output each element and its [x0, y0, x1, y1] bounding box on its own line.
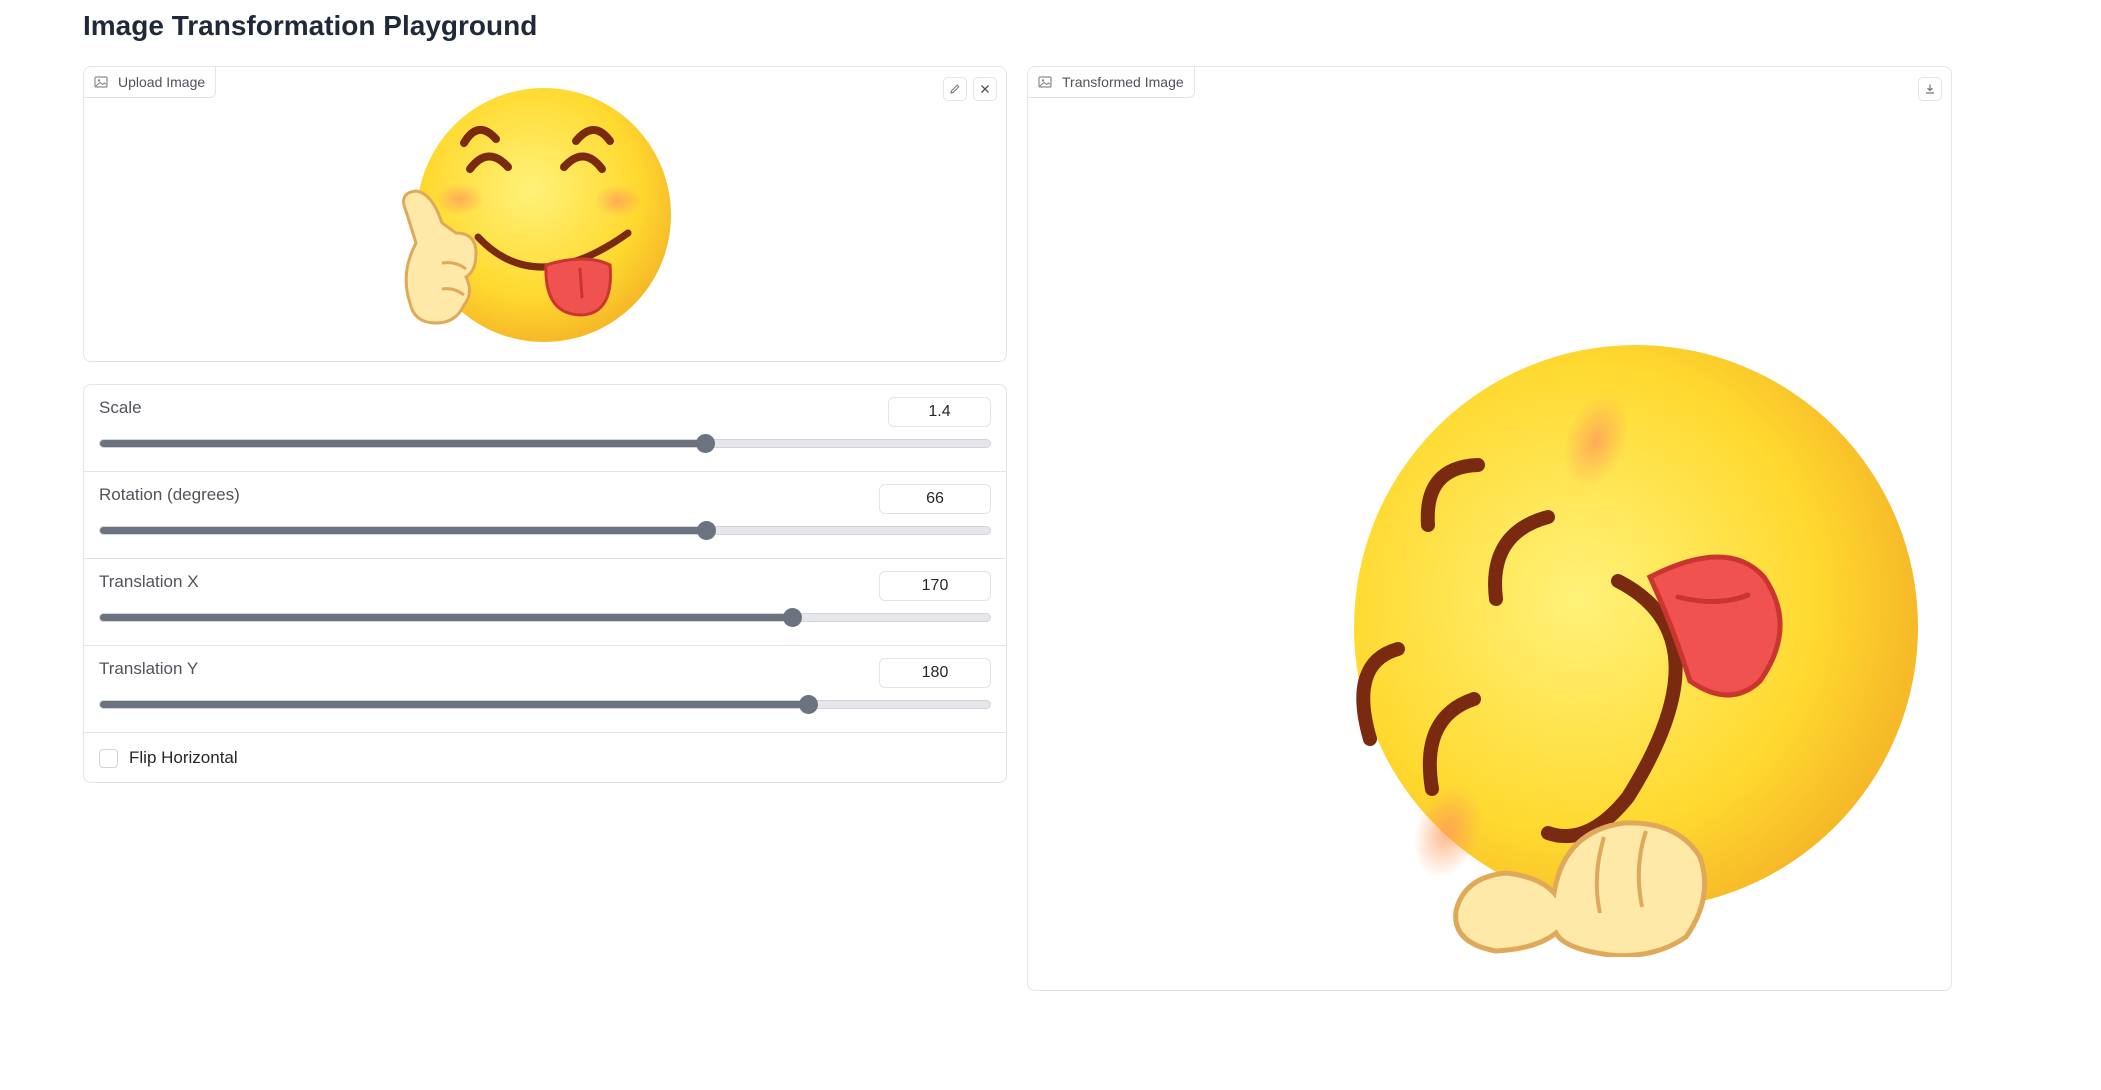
translation-y-slider-thumb[interactable]	[799, 695, 819, 714]
translation-x-label: Translation X	[99, 572, 199, 591]
translation-y-slider-row: Translation Y 180	[84, 646, 1006, 733]
transform-controls: Scale 1.4 Rotation (degrees) 66 Translat…	[83, 384, 1007, 783]
scale-slider-thumb[interactable]	[696, 434, 716, 453]
flip-horizontal-row[interactable]: Flip Horizontal	[84, 733, 1006, 782]
page-title: Image Transformation Playground	[83, 10, 538, 41]
scale-slider-row: Scale 1.4	[84, 385, 1006, 472]
clear-button[interactable]	[973, 77, 997, 101]
download-icon	[1924, 83, 1936, 95]
translation-x-slider-thumb[interactable]	[783, 608, 803, 627]
close-icon	[979, 83, 991, 95]
upload-image-panel[interactable]: Upload Image	[83, 66, 1007, 362]
translation-y-number-input[interactable]: 180	[879, 658, 991, 688]
translation-x-slider[interactable]	[99, 608, 991, 627]
rotation-number-input[interactable]: 66	[879, 484, 991, 514]
rotation-slider-row: Rotation (degrees) 66	[84, 472, 1006, 559]
scale-slider[interactable]	[99, 434, 991, 453]
upload-image-label: Upload Image	[84, 67, 217, 98]
scale-slider-fill	[100, 440, 706, 447]
translation-x-number-input[interactable]: 170	[879, 571, 991, 601]
uploaded-image	[396, 83, 672, 355]
transformed-image	[1328, 337, 1938, 959]
edit-button[interactable]	[943, 77, 967, 101]
rotation-label: Rotation (degrees)	[99, 485, 240, 504]
transformed-image-label-text: Transformed Image	[1062, 74, 1184, 90]
transformed-image-label: Transformed Image	[1028, 67, 1195, 98]
image-icon	[1038, 75, 1052, 89]
download-button[interactable]	[1918, 77, 1942, 101]
translation-x-slider-fill	[100, 614, 793, 621]
translation-y-slider[interactable]	[99, 695, 991, 714]
flip-horizontal-checkbox[interactable]	[99, 748, 118, 768]
flip-horizontal-label: Flip Horizontal	[129, 748, 238, 767]
transformed-image-panel: Transformed Image	[1027, 66, 1952, 991]
pencil-icon	[949, 83, 961, 95]
scale-number-input[interactable]: 1.4	[888, 397, 991, 427]
rotation-slider-thumb[interactable]	[697, 521, 717, 540]
translation-y-label: Translation Y	[99, 659, 199, 678]
rotation-slider-fill	[100, 527, 707, 534]
upload-image-label-text: Upload Image	[118, 74, 206, 90]
translation-x-slider-row: Translation X 170	[84, 559, 1006, 646]
rotation-slider[interactable]	[99, 521, 991, 540]
image-icon	[94, 75, 108, 89]
scale-label: Scale	[99, 398, 142, 417]
translation-y-slider-fill	[100, 701, 809, 708]
